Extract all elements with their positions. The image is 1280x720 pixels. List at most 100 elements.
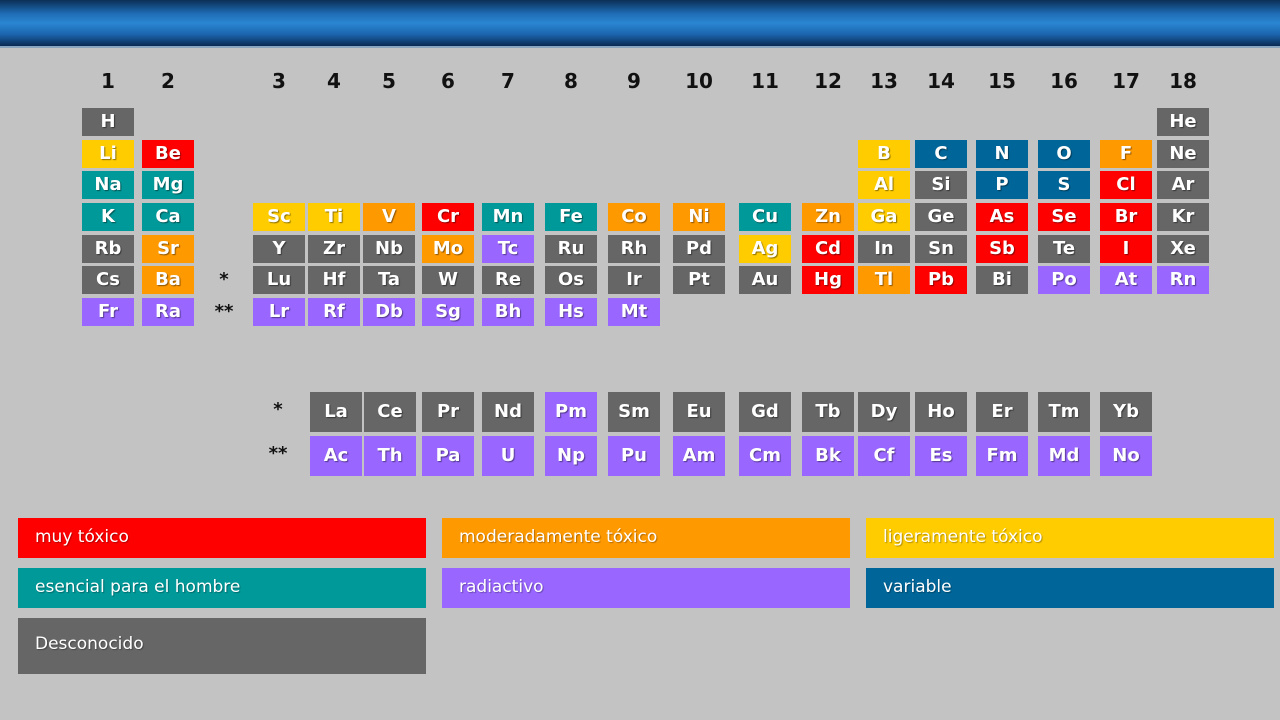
element-ru[interactable]: Ru	[545, 235, 597, 263]
element-cd[interactable]: Cd	[802, 235, 854, 263]
element-p[interactable]: P	[976, 171, 1028, 199]
element-ac[interactable]: Ac	[310, 436, 362, 476]
element-rf[interactable]: Rf	[308, 298, 360, 326]
element-lu[interactable]: Lu	[253, 266, 305, 294]
element-b[interactable]: B	[858, 140, 910, 168]
element-be[interactable]: Be	[142, 140, 194, 168]
element-te[interactable]: Te	[1038, 235, 1090, 263]
element-as[interactable]: As	[976, 203, 1028, 231]
element-tc[interactable]: Tc	[482, 235, 534, 263]
element-v[interactable]: V	[363, 203, 415, 231]
element-tb[interactable]: Tb	[802, 392, 854, 432]
element-dy[interactable]: Dy	[858, 392, 910, 432]
element-rh[interactable]: Rh	[608, 235, 660, 263]
element-eu[interactable]: Eu	[673, 392, 725, 432]
element-bk[interactable]: Bk	[802, 436, 854, 476]
element-ce[interactable]: Ce	[364, 392, 416, 432]
element-hf[interactable]: Hf	[308, 266, 360, 294]
element-fm[interactable]: Fm	[976, 436, 1028, 476]
element-sc[interactable]: Sc	[253, 203, 305, 231]
element-mn[interactable]: Mn	[482, 203, 534, 231]
element-se[interactable]: Se	[1038, 203, 1090, 231]
element-sn[interactable]: Sn	[915, 235, 967, 263]
element-pd[interactable]: Pd	[673, 235, 725, 263]
element-he[interactable]: He	[1157, 108, 1209, 136]
element-pm[interactable]: Pm	[545, 392, 597, 432]
element-pu[interactable]: Pu	[608, 436, 660, 476]
element-tl[interactable]: Tl	[858, 266, 910, 294]
element-nb[interactable]: Nb	[363, 235, 415, 263]
element-mt[interactable]: Mt	[608, 298, 660, 326]
element-y[interactable]: Y	[253, 235, 305, 263]
element-th[interactable]: Th	[364, 436, 416, 476]
element-sr[interactable]: Sr	[142, 235, 194, 263]
element-w[interactable]: W	[422, 266, 474, 294]
element-u[interactable]: U	[482, 436, 534, 476]
element-ge[interactable]: Ge	[915, 203, 967, 231]
element-ne[interactable]: Ne	[1157, 140, 1209, 168]
element-re[interactable]: Re	[482, 266, 534, 294]
element-md[interactable]: Md	[1038, 436, 1090, 476]
element-si[interactable]: Si	[915, 171, 967, 199]
element-rb[interactable]: Rb	[82, 235, 134, 263]
element-rn[interactable]: Rn	[1157, 266, 1209, 294]
element-ar[interactable]: Ar	[1157, 171, 1209, 199]
element-li[interactable]: Li	[82, 140, 134, 168]
element-br[interactable]: Br	[1100, 203, 1152, 231]
element-kr[interactable]: Kr	[1157, 203, 1209, 231]
element-er[interactable]: Er	[976, 392, 1028, 432]
element-zn[interactable]: Zn	[802, 203, 854, 231]
element-ho[interactable]: Ho	[915, 392, 967, 432]
element-mg[interactable]: Mg	[142, 171, 194, 199]
element-sb[interactable]: Sb	[976, 235, 1028, 263]
element-k[interactable]: K	[82, 203, 134, 231]
element-ba[interactable]: Ba	[142, 266, 194, 294]
element-s[interactable]: S	[1038, 171, 1090, 199]
element-cu[interactable]: Cu	[739, 203, 791, 231]
element-f[interactable]: F	[1100, 140, 1152, 168]
element-la[interactable]: La	[310, 392, 362, 432]
element-au[interactable]: Au	[739, 266, 791, 294]
element-at[interactable]: At	[1100, 266, 1152, 294]
element-in[interactable]: In	[858, 235, 910, 263]
element-o[interactable]: O	[1038, 140, 1090, 168]
element-co[interactable]: Co	[608, 203, 660, 231]
element-cl[interactable]: Cl	[1100, 171, 1152, 199]
element-gd[interactable]: Gd	[739, 392, 791, 432]
element-i[interactable]: I	[1100, 235, 1152, 263]
element-cm[interactable]: Cm	[739, 436, 791, 476]
element-fr[interactable]: Fr	[82, 298, 134, 326]
element-bh[interactable]: Bh	[482, 298, 534, 326]
element-ir[interactable]: Ir	[608, 266, 660, 294]
element-db[interactable]: Db	[363, 298, 415, 326]
element-ra[interactable]: Ra	[142, 298, 194, 326]
element-ga[interactable]: Ga	[858, 203, 910, 231]
element-cr[interactable]: Cr	[422, 203, 474, 231]
element-na[interactable]: Na	[82, 171, 134, 199]
element-es[interactable]: Es	[915, 436, 967, 476]
element-fe[interactable]: Fe	[545, 203, 597, 231]
element-zr[interactable]: Zr	[308, 235, 360, 263]
element-sg[interactable]: Sg	[422, 298, 474, 326]
element-ta[interactable]: Ta	[363, 266, 415, 294]
element-ag[interactable]: Ag	[739, 235, 791, 263]
element-pt[interactable]: Pt	[673, 266, 725, 294]
element-pa[interactable]: Pa	[422, 436, 474, 476]
element-cf[interactable]: Cf	[858, 436, 910, 476]
element-os[interactable]: Os	[545, 266, 597, 294]
element-h[interactable]: H	[82, 108, 134, 136]
element-al[interactable]: Al	[858, 171, 910, 199]
element-am[interactable]: Am	[673, 436, 725, 476]
element-sm[interactable]: Sm	[608, 392, 660, 432]
element-n[interactable]: N	[976, 140, 1028, 168]
element-hs[interactable]: Hs	[545, 298, 597, 326]
element-cs[interactable]: Cs	[82, 266, 134, 294]
element-no[interactable]: No	[1100, 436, 1152, 476]
element-bi[interactable]: Bi	[976, 266, 1028, 294]
element-ca[interactable]: Ca	[142, 203, 194, 231]
element-lr[interactable]: Lr	[253, 298, 305, 326]
element-hg[interactable]: Hg	[802, 266, 854, 294]
element-pb[interactable]: Pb	[915, 266, 967, 294]
element-yb[interactable]: Yb	[1100, 392, 1152, 432]
element-mo[interactable]: Mo	[422, 235, 474, 263]
